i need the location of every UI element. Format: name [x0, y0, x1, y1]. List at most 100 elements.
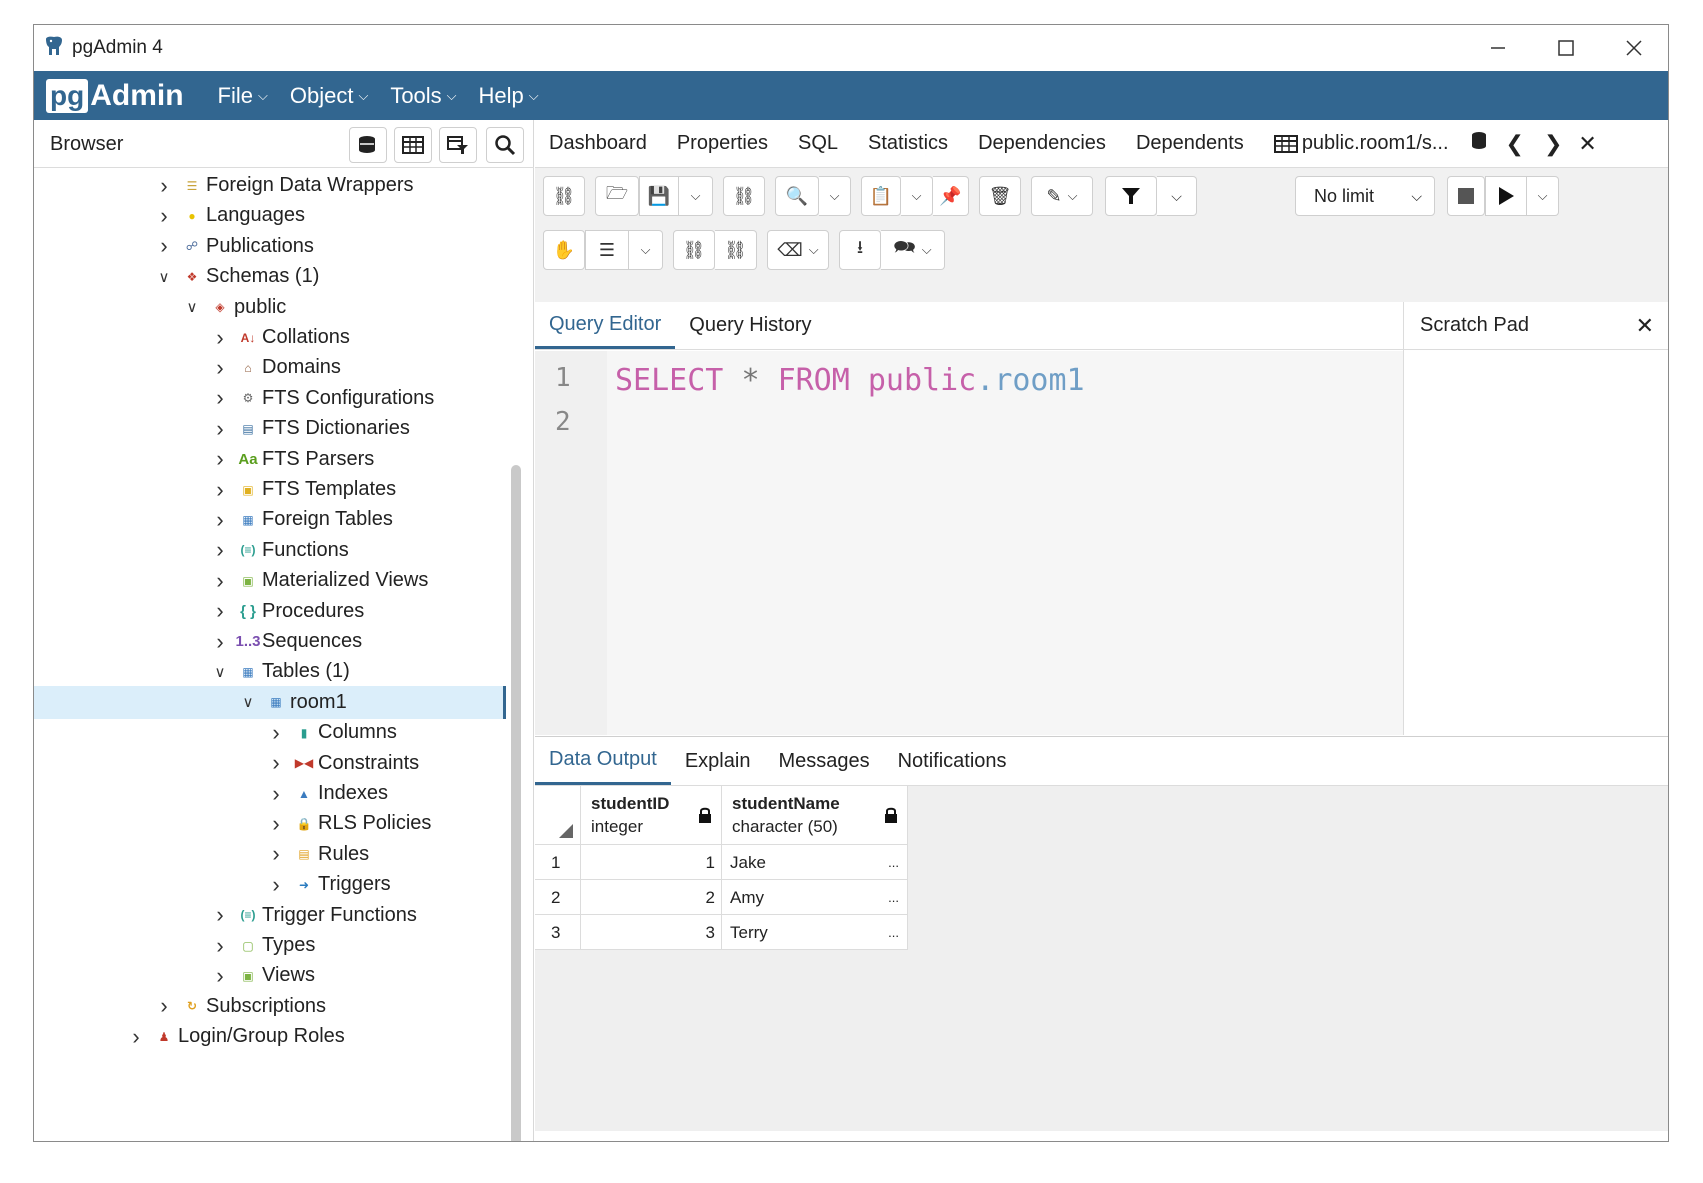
studentname-cell[interactable]: Jake... [722, 845, 908, 880]
sql-editor[interactable]: 1 2 SELECT * FROM public.room1 [535, 351, 1403, 735]
find-dropdown[interactable]: ⌵ [819, 176, 851, 216]
chevron-right-icon[interactable]: › [154, 203, 174, 229]
tree-item[interactable]: › ▣ Views [34, 959, 506, 992]
tree-item[interactable]: › ☰ Foreign Data Wrappers [34, 169, 506, 202]
macros-button[interactable]: 🗪 ⌵ [881, 230, 945, 270]
expand-ellipsis[interactable]: ... [888, 925, 899, 940]
tree-item[interactable]: › ▣ Materialized Views [34, 564, 506, 597]
studentname-cell[interactable]: Terry... [722, 915, 908, 950]
tree-item[interactable]: › 🔒 RLS Policies [34, 807, 506, 840]
chevron-right-icon[interactable]: › [210, 507, 230, 533]
minimize-button[interactable] [1464, 25, 1532, 71]
menu-tools[interactable]: Tools ⌵ [390, 83, 456, 109]
chevron-right-icon[interactable]: › [210, 629, 230, 655]
copy-dropdown[interactable]: ⌵ [901, 176, 933, 216]
edit-button[interactable]: ✎ ⌵ [1031, 176, 1093, 216]
filtered-rows-button[interactable] [439, 127, 477, 163]
tree-item[interactable]: › (≡) Trigger Functions [34, 899, 506, 932]
tab-overflow-db[interactable] [1464, 131, 1496, 157]
tab-close-button[interactable]: ✕ [1572, 131, 1602, 157]
chevron-down-icon[interactable]: ∨ [210, 663, 230, 681]
database-select-button[interactable]: ⛓ [543, 176, 585, 216]
view-data-button[interactable] [394, 127, 432, 163]
save-button[interactable]: 💾 [639, 176, 679, 216]
table-row[interactable]: 3 3 Terry... [535, 915, 908, 950]
save-dropdown[interactable]: ⌵ [679, 176, 713, 216]
chevron-right-icon[interactable]: › [210, 477, 230, 503]
filter-button[interactable] [1105, 176, 1157, 216]
tab-scroll-right[interactable]: ❯ [1534, 131, 1572, 157]
table-row[interactable]: 1 1 Jake... [535, 845, 908, 880]
tab-sql[interactable]: SQL [783, 132, 853, 155]
pan-button[interactable]: ✋ [543, 230, 585, 270]
expand-ellipsis[interactable]: ... [888, 855, 899, 870]
tree-item[interactable]: › { } Procedures [34, 595, 506, 628]
find-button[interactable]: 🔍 [775, 176, 819, 216]
chevron-right-icon[interactable]: › [154, 173, 174, 199]
tree-item[interactable]: › ▣ FTS Templates [34, 473, 506, 506]
tree-item[interactable]: › Aa FTS Parsers [34, 443, 506, 476]
tree-item[interactable]: ∨ ◈ public [34, 291, 506, 324]
tree-scrollbar[interactable] [511, 465, 521, 1141]
select-all-corner[interactable] [535, 786, 581, 845]
chevron-right-icon[interactable]: › [266, 872, 286, 898]
tree-item[interactable]: › ♟ Login/Group Roles [34, 1020, 506, 1053]
tree-item[interactable]: › ➜ Triggers [34, 868, 506, 901]
tree-item[interactable]: ∨ ▦ room1 [34, 685, 506, 719]
save-data-button[interactable]: ⛓ [723, 176, 765, 216]
execute-dropdown[interactable]: ⌵ [1527, 176, 1559, 216]
chevron-right-icon[interactable]: › [266, 720, 286, 746]
chevron-right-icon[interactable]: › [266, 841, 286, 867]
tree-item[interactable]: › ● Languages [34, 199, 506, 232]
column-header-studentid[interactable]: studentID integer [581, 786, 722, 845]
execute-button[interactable] [1485, 176, 1527, 216]
row-number-cell[interactable]: 1 [535, 845, 581, 880]
tree-item[interactable]: › A↓ Collations [34, 321, 506, 354]
tab-query-history[interactable]: Query History [675, 302, 825, 349]
scratch-pad-close-button[interactable]: ✕ [1636, 313, 1654, 339]
explain-dropdown[interactable]: ⌵ [629, 230, 663, 270]
studentid-cell[interactable]: 2 [581, 880, 722, 915]
tree-item[interactable]: › ↻ Subscriptions [34, 990, 506, 1023]
tab-scroll-left[interactable]: ❮ [1496, 131, 1534, 157]
tab-explain[interactable]: Explain [671, 737, 765, 785]
chevron-right-icon[interactable]: › [154, 993, 174, 1019]
row-number-cell[interactable]: 3 [535, 915, 581, 950]
search-objects-button[interactable] [486, 127, 524, 163]
delete-button[interactable]: 🗑 [979, 176, 1021, 216]
chevron-right-icon[interactable]: › [210, 355, 230, 381]
close-button[interactable] [1600, 25, 1668, 71]
filter-dropdown[interactable]: ⌵ [1157, 176, 1197, 216]
tree-item[interactable]: › ▦ Foreign Tables [34, 503, 506, 536]
query-tool-button[interactable] [349, 127, 387, 163]
column-header-studentname[interactable]: studentName character (50) [722, 786, 908, 845]
tree-item[interactable]: › ⚙ FTS Configurations [34, 382, 506, 415]
clear-button[interactable]: ⌫ ⌵ [767, 230, 829, 270]
maximize-button[interactable] [1532, 25, 1600, 71]
download-button[interactable]: ⭳ [839, 230, 881, 270]
tab-properties[interactable]: Properties [662, 132, 783, 155]
tab-notifications[interactable]: Notifications [884, 737, 1021, 785]
table-row[interactable]: 2 2 Amy... [535, 880, 908, 915]
explain-button[interactable]: ☰ [585, 230, 629, 270]
tab-query-editor[interactable]: Query Editor [535, 302, 676, 349]
chevron-right-icon[interactable]: › [210, 446, 230, 472]
expand-ellipsis[interactable]: ... [888, 890, 899, 905]
chevron-down-icon[interactable]: ∨ [154, 268, 174, 286]
chevron-right-icon[interactable]: › [210, 598, 230, 624]
tab-query-tool[interactable]: public.room1/s... [1259, 132, 1464, 155]
menu-object[interactable]: Object ⌵ [290, 83, 368, 109]
paste-button[interactable]: 📌 [933, 176, 969, 216]
tab-data-output[interactable]: Data Output [535, 737, 671, 785]
studentid-cell[interactable]: 3 [581, 915, 722, 950]
commit-button[interactable]: ⛓ [673, 230, 715, 270]
chevron-down-icon[interactable]: ∨ [238, 693, 258, 711]
chevron-right-icon[interactable]: › [266, 781, 286, 807]
tab-statistics[interactable]: Statistics [853, 132, 963, 155]
tree-item[interactable]: › ▶◀ Constraints [34, 747, 506, 780]
chevron-right-icon[interactable]: › [210, 416, 230, 442]
tree-item[interactable]: › (≡) Functions [34, 534, 506, 567]
open-file-button[interactable]: 🗁 [595, 176, 639, 216]
menu-file[interactable]: File ⌵ [218, 83, 268, 109]
chevron-right-icon[interactable]: › [126, 1024, 146, 1050]
